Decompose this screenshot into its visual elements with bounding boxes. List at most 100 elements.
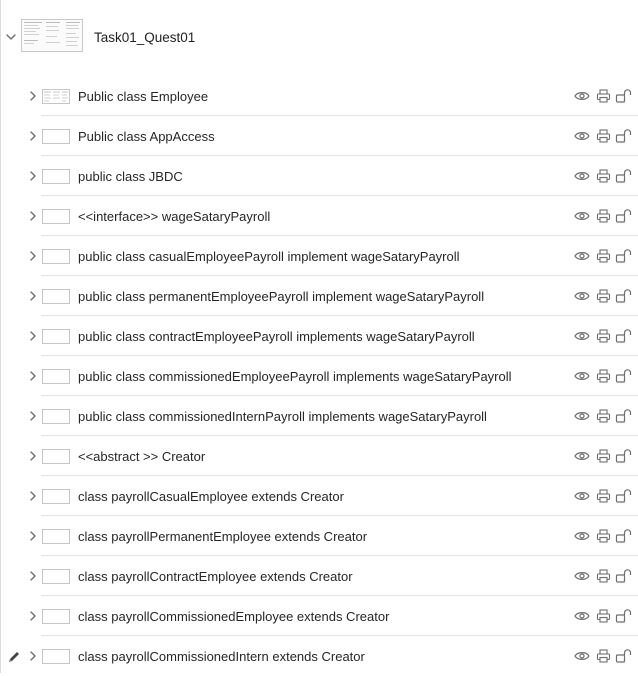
printer-icon[interactable] — [596, 249, 611, 263]
printer-icon[interactable] — [596, 169, 611, 183]
layer-thumbnail[interactable] — [42, 289, 70, 304]
layer-row[interactable]: <<interface>> wageSataryPayroll — [1, 196, 638, 236]
eye-icon[interactable] — [574, 370, 590, 382]
layer-label[interactable]: class payrollContractEmployee extends Cr… — [78, 569, 353, 584]
layer-row[interactable]: public class casualEmployeePayroll imple… — [1, 236, 638, 276]
chevron-right-icon[interactable] — [26, 449, 40, 463]
layer-label[interactable]: Public class AppAccess — [78, 129, 215, 144]
unlock-icon[interactable] — [615, 129, 633, 143]
layer-label[interactable]: class payrollCommissionedEmployee extend… — [78, 609, 389, 624]
layer-row[interactable]: Public class AppAccess — [1, 116, 638, 156]
layer-row[interactable]: public class contractEmployeePayroll imp… — [1, 316, 638, 356]
layer-thumbnail[interactable] — [42, 569, 70, 584]
unlock-icon[interactable] — [615, 409, 633, 423]
unlock-icon[interactable] — [615, 89, 633, 103]
unlock-icon[interactable] — [615, 169, 633, 183]
unlock-icon[interactable] — [615, 369, 633, 383]
chevron-right-icon[interactable] — [26, 209, 40, 223]
page-header-row[interactable]: Task01_Quest01 — [1, 0, 638, 76]
eye-icon[interactable] — [574, 170, 590, 182]
chevron-right-icon[interactable] — [26, 289, 40, 303]
layer-thumbnail[interactable] — [42, 169, 70, 184]
layer-label[interactable]: <<interface>> wageSataryPayroll — [78, 209, 270, 224]
printer-icon[interactable] — [596, 449, 611, 463]
eye-icon[interactable] — [574, 410, 590, 422]
layer-label[interactable]: <<abstract >> Creator — [78, 449, 205, 464]
chevron-right-icon[interactable] — [26, 489, 40, 503]
printer-icon[interactable] — [596, 289, 611, 303]
unlock-icon[interactable] — [615, 289, 633, 303]
eye-icon[interactable] — [574, 650, 590, 662]
layer-label[interactable]: class payrollCasualEmployee extends Crea… — [78, 489, 344, 504]
layer-thumbnail[interactable] — [42, 129, 70, 144]
layer-label[interactable]: public class commissionedInternPayroll i… — [78, 409, 487, 424]
eye-icon[interactable] — [574, 250, 590, 262]
layer-label[interactable]: Public class Employee — [78, 89, 208, 104]
layer-thumbnail[interactable] — [42, 489, 70, 504]
chevron-right-icon[interactable] — [26, 129, 40, 143]
layer-row[interactable]: class payrollCommissionedEmployee extend… — [1, 596, 638, 636]
layer-thumbnail[interactable] — [42, 209, 70, 224]
layer-row[interactable]: class payrollContractEmployee extends Cr… — [1, 556, 638, 596]
layer-thumbnail[interactable] — [42, 369, 70, 384]
layer-label[interactable]: public class contractEmployeePayroll imp… — [78, 329, 475, 344]
printer-icon[interactable] — [596, 489, 611, 503]
eye-icon[interactable] — [574, 610, 590, 622]
layer-row[interactable]: Public class Employee — [1, 76, 638, 116]
printer-icon[interactable] — [596, 609, 611, 623]
layer-label[interactable]: public class casualEmployeePayroll imple… — [78, 249, 460, 264]
eye-icon[interactable] — [574, 330, 590, 342]
layer-row[interactable]: public class permanentEmployeePayroll im… — [1, 276, 638, 316]
layer-thumbnail[interactable] — [42, 89, 70, 104]
layer-thumbnail[interactable] — [42, 609, 70, 624]
printer-icon[interactable] — [596, 569, 611, 583]
layer-thumbnail[interactable] — [42, 249, 70, 264]
layer-label[interactable]: class payrollPermanentEmployee extends C… — [78, 529, 367, 544]
layer-thumbnail[interactable] — [42, 449, 70, 464]
layer-label[interactable]: public class JBDC — [78, 169, 183, 184]
layer-row[interactable]: class payrollCommissionedIntern extends … — [1, 636, 638, 676]
page-title[interactable]: Task01_Quest01 — [94, 30, 195, 45]
eye-icon[interactable] — [574, 530, 590, 542]
layer-row[interactable]: public class JBDC — [1, 156, 638, 196]
chevron-right-icon[interactable] — [26, 649, 40, 663]
eye-icon[interactable] — [574, 130, 590, 142]
chevron-right-icon[interactable] — [26, 529, 40, 543]
printer-icon[interactable] — [596, 129, 611, 143]
eye-icon[interactable] — [574, 570, 590, 582]
chevron-right-icon[interactable] — [26, 169, 40, 183]
unlock-icon[interactable] — [615, 569, 633, 583]
chevron-right-icon[interactable] — [26, 329, 40, 343]
unlock-icon[interactable] — [615, 489, 633, 503]
printer-icon[interactable] — [596, 209, 611, 223]
layer-row[interactable]: public class commissionedInternPayroll i… — [1, 396, 638, 436]
chevron-right-icon[interactable] — [26, 89, 40, 103]
chevron-right-icon[interactable] — [26, 409, 40, 423]
layer-thumbnail[interactable] — [42, 649, 70, 664]
layer-label[interactable]: class payrollCommissionedIntern extends … — [78, 649, 365, 664]
eye-icon[interactable] — [574, 210, 590, 222]
unlock-icon[interactable] — [615, 609, 633, 623]
printer-icon[interactable] — [596, 409, 611, 423]
unlock-icon[interactable] — [615, 209, 633, 223]
chevron-right-icon[interactable] — [26, 249, 40, 263]
layer-label[interactable]: public class commissionedEmployeePayroll… — [78, 369, 512, 384]
unlock-icon[interactable] — [615, 329, 633, 343]
layer-label[interactable]: public class permanentEmployeePayroll im… — [78, 289, 484, 304]
printer-icon[interactable] — [596, 89, 611, 103]
chevron-right-icon[interactable] — [26, 609, 40, 623]
printer-icon[interactable] — [596, 529, 611, 543]
layer-thumbnail[interactable] — [42, 409, 70, 424]
page-thumbnail[interactable] — [21, 19, 83, 52]
layer-row[interactable]: class payrollPermanentEmployee extends C… — [1, 516, 638, 556]
layer-row[interactable]: <<abstract >> Creator — [1, 436, 638, 476]
printer-icon[interactable] — [596, 369, 611, 383]
chevron-right-icon[interactable] — [26, 369, 40, 383]
unlock-icon[interactable] — [615, 249, 633, 263]
eye-icon[interactable] — [574, 490, 590, 502]
printer-icon[interactable] — [596, 329, 611, 343]
unlock-icon[interactable] — [615, 649, 633, 663]
eye-icon[interactable] — [574, 90, 590, 102]
eye-icon[interactable] — [574, 450, 590, 462]
layer-row[interactable]: public class commissionedEmployeePayroll… — [1, 356, 638, 396]
